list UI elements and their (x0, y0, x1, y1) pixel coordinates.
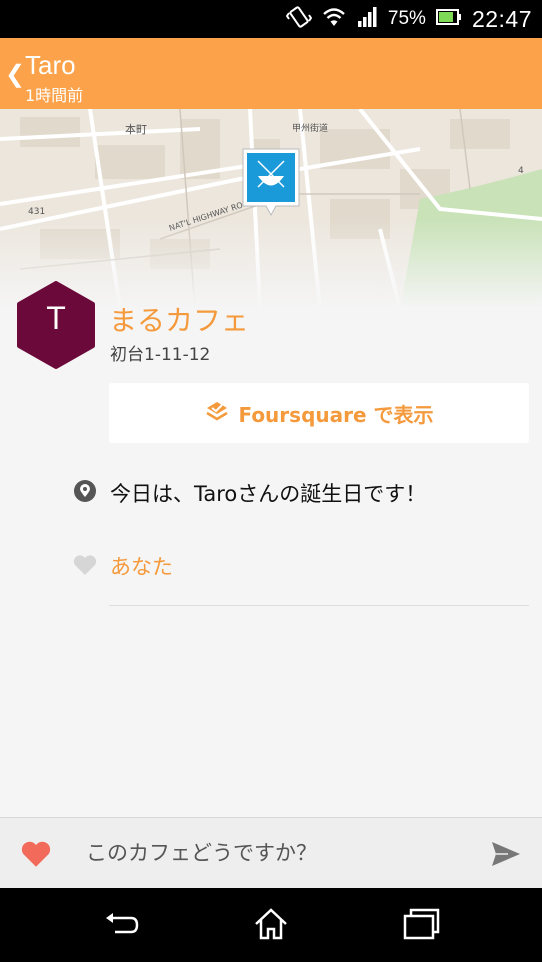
map-label: 431 (28, 207, 45, 217)
vibrate-icon (285, 4, 313, 35)
venue-address: 初台1-11-12 (110, 345, 211, 365)
status-bar: 75% 22:47 (0, 0, 542, 38)
location-pin-icon (73, 479, 97, 507)
back-icon[interactable] (103, 906, 141, 946)
battery-icon (435, 8, 462, 31)
battery-percent: 75% (387, 8, 426, 29)
checkin-shout: 今日は、Taroさんの誕生日です！ (110, 482, 427, 506)
foursquare-check-icon (204, 398, 230, 428)
likes-list[interactable]: あなた (110, 551, 173, 581)
recent-apps-icon[interactable] (402, 906, 440, 946)
home-icon[interactable] (252, 906, 290, 946)
checkin-detail: 本町 431 NAT'L HIGHWAY ROUTE 甲州街道 4 T まるカフ… (0, 109, 542, 817)
app-header: ❮ Taro 1時間前 (0, 38, 542, 109)
send-icon[interactable] (490, 840, 522, 872)
system-nav-bar (0, 888, 542, 962)
map-label: 甲州街道 (292, 122, 328, 134)
venue-name[interactable]: まるカフェ (109, 299, 249, 339)
map-pin-icon (242, 148, 300, 217)
comment-bar (0, 817, 542, 889)
map-label: 4 (518, 166, 524, 176)
wifi-icon (322, 6, 346, 33)
back-chevron-icon[interactable]: ❮ (5, 60, 25, 89)
foursquare-button-label: Foursquare で表示 (238, 402, 434, 427)
timestamp: 1時間前 (25, 86, 84, 105)
map-label: 本町 (125, 122, 147, 136)
divider (109, 605, 529, 606)
page-title[interactable]: Taro (25, 50, 76, 81)
view-on-foursquare-button[interactable]: Foursquare で表示 (109, 383, 529, 443)
like-button-heart-icon[interactable] (20, 840, 52, 872)
comment-input[interactable] (72, 830, 500, 876)
avatar-initial: T (46, 300, 66, 336)
clock: 22:47 (471, 5, 532, 32)
signal-icon (356, 6, 378, 33)
like-heart-icon (73, 554, 97, 580)
